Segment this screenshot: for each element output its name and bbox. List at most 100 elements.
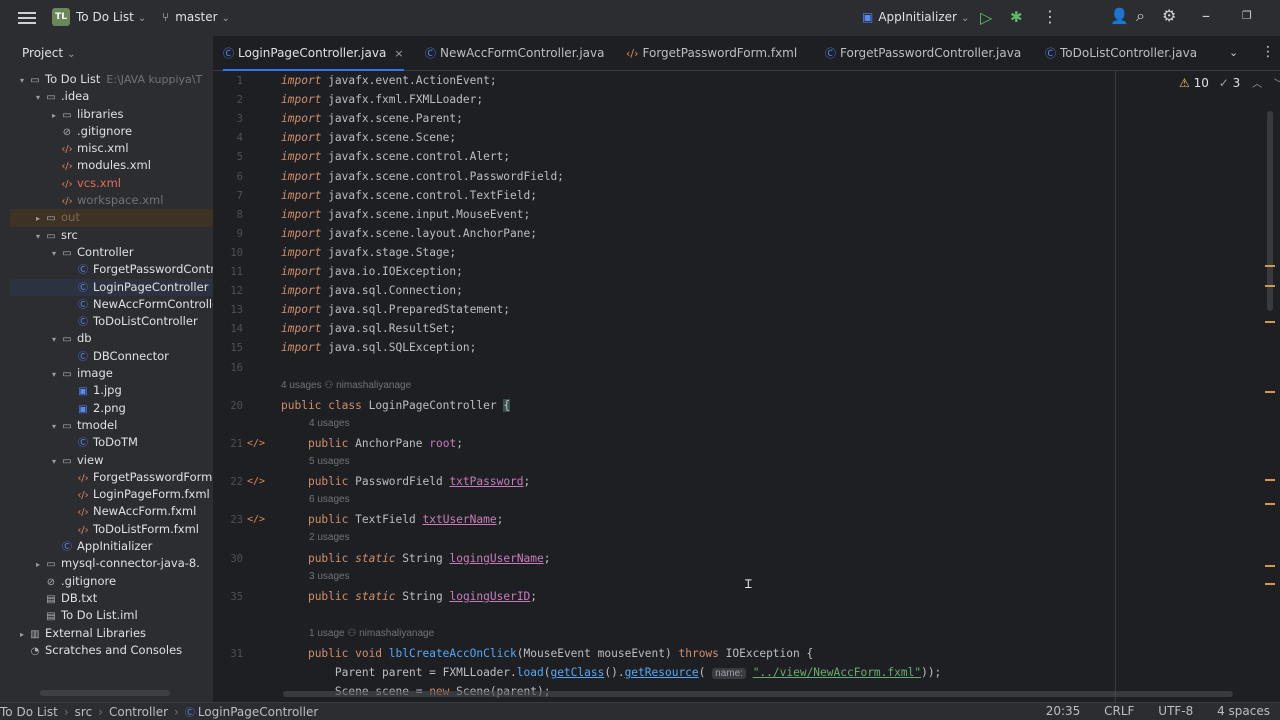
- expand-arrow-icon[interactable]: ▾: [48, 418, 60, 435]
- tree-item[interactable]: Ⓒ LoginPageController: [10, 278, 213, 296]
- main-menu-icon[interactable]: [18, 9, 36, 27]
- fxml-link-icon[interactable]: </>: [247, 438, 265, 449]
- expand-arrow-icon[interactable]: ▾: [48, 366, 60, 383]
- error-stripe-mark[interactable]: [1265, 503, 1275, 505]
- expand-arrow-icon[interactable]: ▾: [16, 72, 28, 89]
- tree-item[interactable]: ‹/› ForgetPasswordForm: [10, 469, 213, 486]
- tree-item[interactable]: ◔ Scratches and Consoles: [10, 642, 213, 659]
- collapse-arrow-icon[interactable]: ▸: [16, 626, 28, 643]
- tree-item[interactable]: Ⓒ NewAccFormControlle: [10, 296, 213, 313]
- error-stripe-mark[interactable]: [1265, 583, 1275, 585]
- horizontal-scrollbar[interactable]: [283, 691, 1233, 697]
- tree-item[interactable]: ▾ ▭ view: [10, 452, 213, 469]
- code-editor[interactable]: 1 2 3 4 5 6 7 8 9 10 11 12 13 14 15 16 20 21 </> 22 </> 23 </>…: [213, 71, 1280, 702]
- vertical-scrollbar[interactable]: [1267, 111, 1273, 311]
- editor-tab[interactable]: Ⓒ ForgetPasswordController.java: [825, 36, 1021, 71]
- breadcrumb-item[interactable]: src: [75, 705, 93, 719]
- chevron-up-icon[interactable]: ︿: [1252, 79, 1262, 90]
- tree-item[interactable]: ‹/› NewAccForm.fxml: [10, 503, 213, 520]
- editor-tab[interactable]: Ⓒ ToDoListController.java: [1045, 36, 1197, 71]
- more-actions-icon[interactable]: ⋮: [1042, 7, 1058, 26]
- project-badge[interactable]: TL: [52, 8, 70, 26]
- tree-item[interactable]: ▣ 2.png: [10, 400, 213, 417]
- expand-arrow-icon[interactable]: ▾: [48, 245, 60, 262]
- tree-item[interactable]: ‹/› workspace.xml: [10, 192, 213, 209]
- expand-arrow-icon[interactable]: ▾: [48, 331, 60, 348]
- line-separator[interactable]: CRLF: [1104, 704, 1134, 718]
- run-icon[interactable]: ▷: [980, 8, 992, 27]
- tree-item[interactable]: Ⓒ AppInitializer: [10, 538, 213, 555]
- tree-item[interactable]: ▤ To Do List.iml: [10, 607, 213, 624]
- tree-item[interactable]: ‹/› modules.xml: [10, 157, 213, 174]
- fxml-link-icon[interactable]: </>: [247, 476, 265, 487]
- close-icon[interactable]: ×: [394, 47, 403, 60]
- tree-item[interactable]: Ⓒ ToDoTM: [10, 434, 213, 451]
- branch-switcher[interactable]: ⑂ master ⌄: [162, 10, 230, 24]
- tree-item[interactable]: Ⓒ ForgetPasswordContr: [10, 261, 213, 278]
- expand-arrow-icon[interactable]: ▾: [48, 453, 60, 470]
- file-encoding[interactable]: UTF-8: [1158, 704, 1193, 718]
- tab-list-icon[interactable]: ⌄: [1229, 46, 1238, 59]
- tree-item[interactable]: Ⓒ DBConnector: [10, 348, 213, 365]
- inlay-hint: 4 usages ⚇ nimashaliyanage: [281, 380, 411, 391]
- editor-tab[interactable]: ‹/› ForgetPasswordForm.fxml: [626, 36, 797, 71]
- expand-arrow-icon[interactable]: ▾: [32, 228, 44, 245]
- tree-item[interactable]: ▸ ▥ External Libraries: [10, 625, 213, 642]
- collapse-arrow-icon[interactable]: ▸: [32, 210, 44, 227]
- tree-item[interactable]: ‹/› vcs.xml: [10, 175, 213, 192]
- error-stripe-mark[interactable]: [1265, 391, 1275, 393]
- breadcrumb-item[interactable]: To Do List: [0, 705, 58, 719]
- run-config-selector[interactable]: ▣ AppInitializer ⌄: [862, 10, 969, 24]
- collapse-arrow-icon[interactable]: ▸: [32, 556, 44, 573]
- breadcrumb-item[interactable]: Ⓒ LoginPageController: [185, 705, 318, 719]
- tree-item[interactable]: ‹/› LoginPageForm.fxml: [10, 486, 213, 503]
- code-with-me-icon[interactable]: 👤: [1110, 7, 1129, 25]
- error-stripe-mark[interactable]: [1265, 265, 1275, 267]
- search-icon[interactable]: ⌕: [1136, 6, 1145, 26]
- restore-icon[interactable]: ❐: [1242, 9, 1252, 22]
- keyword: public class: [281, 398, 362, 412]
- tree-item[interactable]: ▾ ▭ db: [10, 330, 213, 347]
- error-stripe-mark[interactable]: [1265, 479, 1275, 481]
- inspection-widget[interactable]: ⚠ 10 ✓ 3 ︿ ﹀: [1179, 75, 1280, 90]
- indent-setting[interactable]: 4 spaces: [1217, 704, 1270, 718]
- tree-item[interactable]: ⊘ .gitignore: [10, 123, 213, 140]
- error-stripe-mark[interactable]: [1265, 565, 1275, 567]
- editor-tab[interactable]: Ⓒ NewAccFormController.java: [425, 36, 604, 71]
- tree-item[interactable]: ▾ ▭ image: [10, 365, 213, 382]
- tree-item[interactable]: ▤ DB.txt: [10, 590, 213, 607]
- more-tabs-icon[interactable]: ⋮: [1261, 44, 1275, 60]
- tree-item[interactable]: ‹/› misc.xml: [10, 140, 213, 157]
- caret-position[interactable]: 20:35: [1046, 704, 1081, 718]
- tree-item[interactable]: Ⓒ ToDoListController: [10, 313, 213, 330]
- horizontal-scrollbar[interactable]: [40, 690, 170, 696]
- tree-item[interactable]: ▾ ▭ .idea: [10, 88, 213, 105]
- tree-item-label: image: [77, 366, 113, 381]
- fxml-link-icon[interactable]: </>: [247, 514, 265, 525]
- author-icon: ⚇: [321, 379, 337, 391]
- minimize-icon[interactable]: –: [1202, 6, 1210, 25]
- tree-item[interactable]: ▸ ▭ out: [10, 209, 213, 227]
- tree-item[interactable]: ▸ ▭ libraries: [10, 106, 213, 123]
- error-stripe-mark[interactable]: [1265, 285, 1275, 287]
- project-view-selector[interactable]: Project ⌄: [22, 46, 75, 60]
- tree-item[interactable]: ▾ ▭ To Do List E:\JAVA kuppiya\T: [10, 71, 213, 88]
- tree-item[interactable]: ⊘ .gitignore: [10, 573, 213, 590]
- error-stripe-mark[interactable]: [1265, 321, 1275, 323]
- debug-icon[interactable]: ✱: [1010, 8, 1023, 26]
- tree-item[interactable]: ▾ ▭ tmodel: [10, 417, 213, 434]
- collapse-arrow-icon[interactable]: ▸: [48, 107, 60, 124]
- tree-item[interactable]: ▣ 1.jpg: [10, 382, 213, 399]
- chevron-down-icon[interactable]: ﹀: [1274, 79, 1280, 90]
- tree-item[interactable]: ▸ ▭ mysql-connector-java-8.: [10, 555, 213, 572]
- keyword: import: [281, 131, 322, 145]
- folder-icon: ▭: [62, 247, 72, 259]
- settings-icon[interactable]: ⚙: [1162, 6, 1176, 25]
- breadcrumb-item[interactable]: Controller: [109, 705, 168, 719]
- editor-tab[interactable]: Ⓒ LoginPageController.java ×: [223, 36, 404, 71]
- expand-arrow-icon[interactable]: ▾: [32, 89, 44, 106]
- project-switcher[interactable]: To Do List ⌄: [76, 10, 146, 24]
- tree-item[interactable]: ▾ ▭ src: [10, 227, 213, 244]
- tree-item[interactable]: ‹/› ToDoListForm.fxml: [10, 521, 213, 538]
- tree-item[interactable]: ▾ ▭ Controller: [10, 244, 213, 261]
